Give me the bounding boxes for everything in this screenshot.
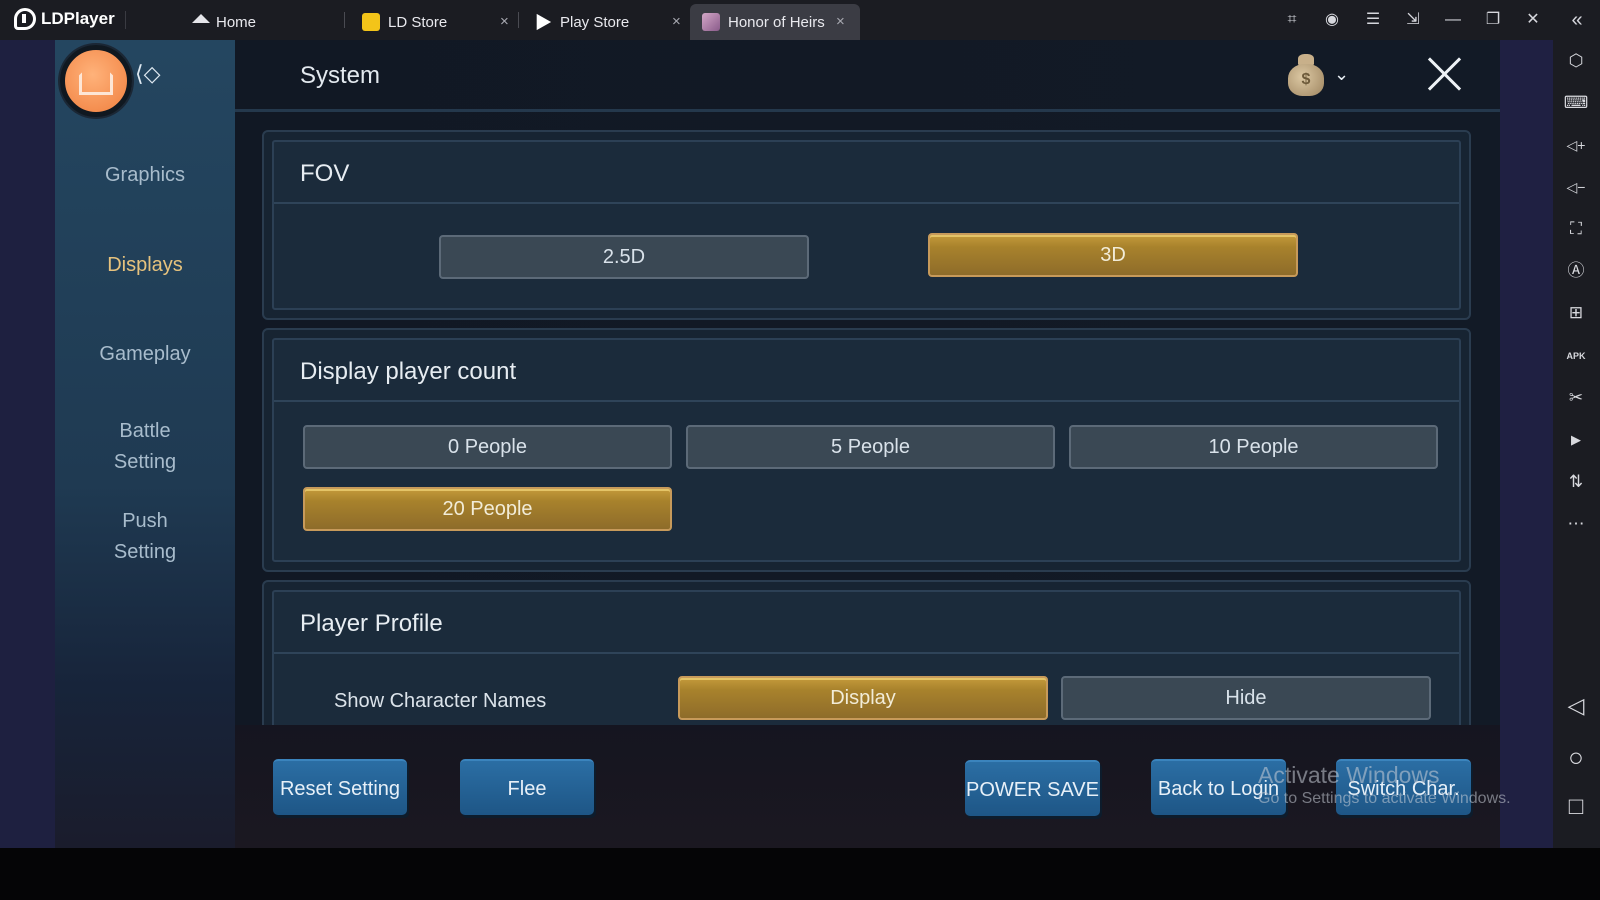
recents-icon[interactable]: □ bbox=[1563, 795, 1589, 819]
sidebar-item-displays[interactable]: Displays bbox=[55, 250, 235, 281]
divider bbox=[274, 400, 1459, 402]
flee-button[interactable]: Flee bbox=[460, 759, 594, 815]
power-save-button[interactable]: POWER SAVE bbox=[965, 760, 1100, 816]
divider bbox=[235, 109, 1500, 112]
gamepad-icon[interactable]: ⌗ bbox=[1282, 10, 1302, 30]
player-count-option-5[interactable]: 5 People bbox=[686, 425, 1055, 469]
tab-home[interactable]: Home bbox=[180, 4, 340, 40]
tab-play-store[interactable]: Play Store × bbox=[522, 4, 690, 40]
tab-label: Home bbox=[216, 13, 257, 31]
game-thumbnail-icon bbox=[702, 13, 720, 31]
divider bbox=[274, 652, 1459, 654]
account-icon[interactable]: ◉ bbox=[1322, 10, 1342, 30]
volume-up-icon[interactable]: ◁+ bbox=[1563, 133, 1589, 157]
section-title: Player Profile bbox=[300, 610, 443, 637]
player-count-option-10[interactable]: 10 People bbox=[1069, 425, 1438, 469]
crown-emblem-icon[interactable] bbox=[60, 45, 132, 117]
keyboard-icon[interactable]: ⌨ bbox=[1563, 91, 1589, 115]
sidebar-item-graphics[interactable]: Graphics bbox=[55, 160, 235, 191]
character-names-hide-option[interactable]: Hide bbox=[1061, 676, 1431, 720]
bottom-action-bar bbox=[235, 725, 1500, 848]
player-profile-section: Player Profile Show Character Names Disp… bbox=[262, 580, 1471, 725]
more-icon[interactable]: ⋯ bbox=[1563, 512, 1589, 536]
divider bbox=[518, 12, 519, 28]
ldplayer-logo: LDPlayer bbox=[14, 8, 115, 30]
sidebar-item-battle-setting[interactable]: Battle Setting bbox=[55, 416, 235, 478]
tab-honor-of-heirs[interactable]: Honor of Heirs × bbox=[690, 4, 860, 40]
section-title: FOV bbox=[300, 160, 350, 187]
sidebar-item-push-setting[interactable]: Push Setting bbox=[55, 506, 235, 568]
gamepad-store-icon bbox=[362, 13, 380, 31]
restore-icon[interactable]: ❐ bbox=[1483, 10, 1503, 30]
fov-option-2-5d[interactable]: 2.5D bbox=[439, 235, 809, 279]
scissors-icon[interactable]: ✂ bbox=[1563, 386, 1589, 410]
tab-label: LD Store bbox=[388, 13, 448, 31]
close-icon[interactable] bbox=[1426, 56, 1462, 92]
apk-install-icon[interactable]: APK bbox=[1563, 344, 1589, 368]
player-count-option-20[interactable]: 20 People bbox=[303, 487, 672, 531]
tab-ld-store[interactable]: LD Store × bbox=[350, 4, 518, 40]
app-name: LDPlayer bbox=[41, 9, 115, 28]
home-icon bbox=[192, 13, 210, 23]
ldplayer-logo-icon bbox=[14, 8, 36, 30]
fov-section: FOV 2.5D 3D bbox=[262, 130, 1471, 320]
tab-label: Honor of Heirs bbox=[728, 13, 825, 31]
settings-hex-icon[interactable]: ⬡ bbox=[1563, 49, 1589, 73]
fullscreen-icon[interactable]: ⛶ bbox=[1563, 217, 1589, 241]
section-title: Display player count bbox=[300, 358, 517, 385]
back-icon[interactable]: ◁ bbox=[1563, 694, 1589, 718]
divider bbox=[344, 12, 345, 28]
minimize-icon[interactable]: — bbox=[1443, 10, 1463, 30]
menu-icon[interactable]: ☰ bbox=[1363, 10, 1383, 30]
character-names-display-option[interactable]: Display bbox=[678, 676, 1048, 720]
profile-clip: Player Profile Show Character Names Disp… bbox=[0, 580, 1600, 725]
sync-icon[interactable]: ⇅ bbox=[1563, 470, 1589, 494]
collapse-sidebar-icon[interactable]: « bbox=[1567, 10, 1587, 30]
switch-char-button[interactable]: Switch Char. bbox=[1336, 759, 1471, 815]
divider bbox=[125, 11, 126, 29]
sidebar-item-gameplay[interactable]: Gameplay bbox=[55, 339, 235, 370]
tab-label: Play Store bbox=[560, 13, 630, 31]
close-tab-icon[interactable]: × bbox=[836, 13, 845, 30]
volume-down-icon[interactable]: ◁− bbox=[1563, 175, 1589, 199]
emulator-toolbar: ⬡ ⌨ ◁+ ◁− ⛶ Ⓐ ⊞ APK ✂ ▶ ⇅ ⋯ ◁ ○ □ bbox=[1553, 40, 1600, 848]
video-record-icon[interactable]: ▶ bbox=[1563, 428, 1589, 452]
popout-icon[interactable]: ⇲ bbox=[1403, 10, 1423, 30]
show-character-names-label: Show Character Names bbox=[334, 690, 547, 712]
close-tab-icon[interactable]: × bbox=[500, 13, 509, 30]
page-title: System bbox=[300, 62, 381, 89]
chevron-down-icon[interactable]: ⌄ bbox=[1334, 64, 1349, 85]
player-count-section: Display player count 0 People 5 People 1… bbox=[262, 328, 1471, 572]
wing-ornament-icon: ⟨◇ bbox=[135, 61, 161, 86]
back-to-login-button[interactable]: Back to Login bbox=[1151, 759, 1286, 815]
currency-bag-icon[interactable]: $ bbox=[1288, 54, 1324, 96]
home-circle-icon[interactable]: ○ bbox=[1563, 744, 1589, 770]
multi-instance-icon[interactable]: ⊞ bbox=[1563, 301, 1589, 325]
fov-option-3d[interactable]: 3D bbox=[928, 233, 1298, 277]
divider bbox=[274, 202, 1459, 204]
play-store-icon bbox=[536, 13, 552, 31]
emulator-titlebar: LDPlayer Home LD Store × Play Store × Ho… bbox=[0, 0, 1600, 40]
close-tab-icon[interactable]: × bbox=[672, 13, 681, 30]
player-count-option-0[interactable]: 0 People bbox=[303, 425, 672, 469]
auto-rotate-icon[interactable]: Ⓐ bbox=[1563, 259, 1589, 283]
reset-setting-button[interactable]: Reset Setting bbox=[273, 759, 407, 815]
close-window-icon[interactable]: ✕ bbox=[1523, 10, 1543, 30]
